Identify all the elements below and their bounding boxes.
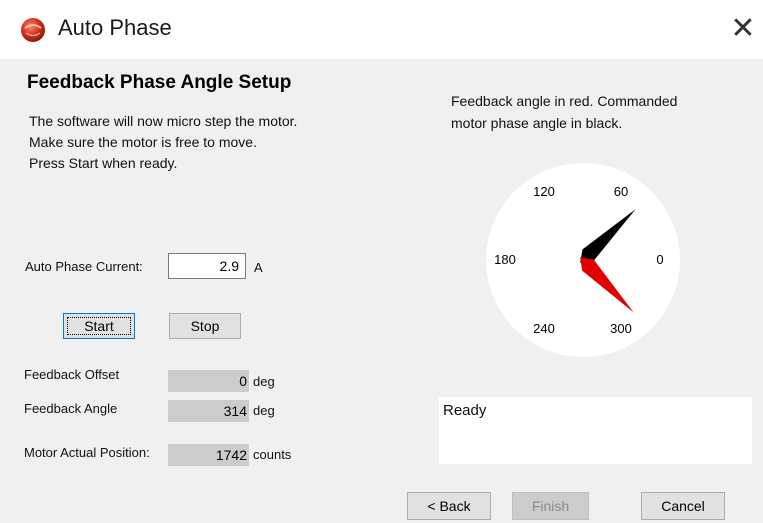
- stop-button[interactable]: Stop: [169, 313, 241, 339]
- finish-button-label: Finish: [531, 498, 570, 514]
- window-title: Auto Phase: [58, 15, 172, 40]
- stop-button-label: Stop: [190, 318, 220, 334]
- motor-position-value: 1742: [168, 444, 249, 466]
- feedback-angle-label: Feedback Angle: [24, 401, 118, 416]
- status-box: Ready: [439, 397, 752, 464]
- current-unit: A: [254, 260, 263, 275]
- close-icon[interactable]: ✕: [728, 14, 758, 44]
- focus-ring: [67, 317, 131, 335]
- intro-line: Make sure the motor is free to move.: [29, 134, 257, 150]
- auto-phase-current-input[interactable]: 2.9: [168, 253, 246, 279]
- feedback-offset-value: 0: [168, 370, 249, 392]
- finish-button[interactable]: Finish: [512, 492, 589, 520]
- feedback-offset-unit: deg: [253, 374, 275, 389]
- start-button[interactable]: Start: [63, 313, 135, 339]
- motor-position-label: Motor Actual Position:: [24, 445, 150, 460]
- cancel-button[interactable]: Cancel: [641, 492, 725, 520]
- dial-tick-label: 180: [494, 252, 516, 267]
- feedback-angle-value: 314: [168, 400, 249, 422]
- status-text: Ready: [443, 402, 487, 419]
- title-bar: Auto Phase ✕: [0, 0, 763, 59]
- phase-angle-dial: 0 60 120 180 240 300: [486, 163, 680, 357]
- intro-line: Press Start when ready.: [29, 155, 178, 171]
- motor-position-unit: counts: [253, 447, 292, 462]
- feedback-angle-unit: deg: [253, 403, 275, 418]
- dial-tick-label: 120: [533, 184, 555, 199]
- dial-tick-label: 300: [610, 321, 632, 336]
- dial-caption-line: Feedback angle in red. Commanded: [451, 93, 678, 109]
- cancel-button-label: Cancel: [661, 498, 705, 514]
- dial-tick-label: 0: [656, 252, 663, 267]
- current-label: Auto Phase Current:: [25, 259, 143, 274]
- page-heading: Feedback Phase Angle Setup: [27, 72, 292, 93]
- app-logo-icon: [21, 18, 45, 42]
- dial-caption-line: motor phase angle in black.: [451, 115, 623, 131]
- feedback-offset-label: Feedback Offset: [24, 367, 120, 382]
- intro-line: The software will now micro step the mot…: [29, 113, 298, 129]
- back-button-label: < Back: [427, 498, 471, 514]
- dial-tick-label: 240: [533, 321, 555, 336]
- back-button[interactable]: < Back: [407, 492, 491, 520]
- dial-tick-label: 60: [614, 184, 628, 199]
